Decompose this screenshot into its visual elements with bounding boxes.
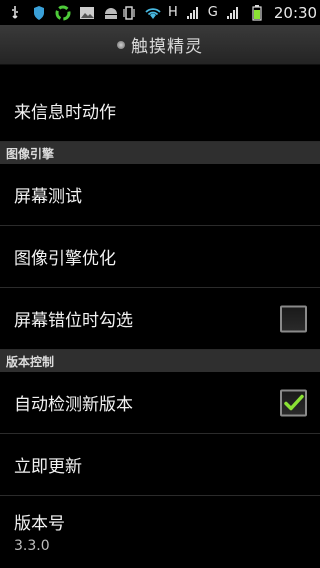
setting-image-engine-optimize[interactable]: 图像引擎优化: [0, 226, 320, 288]
sync-icon: [54, 4, 72, 22]
setting-label: 立即更新: [14, 457, 82, 477]
android-icon: [102, 4, 120, 22]
image-icon: [78, 4, 96, 22]
wifi-icon: [144, 4, 162, 22]
title-bar: 触摸精灵: [0, 25, 320, 65]
setting-label: 屏幕错位时勾选: [14, 311, 133, 331]
section-image-engine: 图像引擎: [0, 142, 320, 164]
network-g: G: [207, 5, 218, 20]
page-title: 触摸精灵: [131, 37, 203, 57]
setting-label: 自动检测新版本: [14, 395, 133, 415]
status-left-icons: [6, 4, 120, 22]
signal-icon: [184, 4, 202, 22]
vibrate-icon: [120, 4, 138, 22]
checkmark-icon: [283, 394, 304, 411]
version-value: 3.3.0: [14, 537, 50, 554]
setting-version-number: 版本号 3.3.0: [0, 496, 320, 566]
setting-auto-check-version[interactable]: 自动检测新版本: [0, 372, 320, 434]
screen-misalign-checkbox[interactable]: [280, 305, 307, 332]
status-right-icons: H G 20:30: [120, 4, 317, 22]
usb-icon: [6, 4, 24, 22]
settings-list: 来信息时动作 图像引擎 屏幕测试 图像引擎优化 屏幕错位时勾选 版本控制 自动检…: [0, 66, 320, 566]
setting-label: 来信息时动作: [14, 103, 116, 123]
shield-icon: [30, 4, 48, 22]
status-bar: H G 20:30: [0, 0, 320, 25]
section-version-control: 版本控制: [0, 350, 320, 372]
app-dot-icon: [117, 40, 125, 49]
setting-label: 屏幕测试: [14, 187, 82, 207]
setting-update-now[interactable]: 立即更新: [0, 434, 320, 496]
list-top-spacer: [0, 66, 320, 80]
signal-icon: [224, 4, 242, 22]
version-label: 版本号: [14, 513, 65, 534]
battery-icon: [248, 4, 266, 22]
status-clock: 20:30: [273, 3, 318, 22]
setting-label: 图像引擎优化: [14, 249, 116, 269]
setting-screen-test[interactable]: 屏幕测试: [0, 164, 320, 226]
setting-screen-misalign[interactable]: 屏幕错位时勾选: [0, 288, 320, 350]
network-h: H: [168, 5, 178, 20]
auto-check-checkbox[interactable]: [280, 389, 307, 416]
setting-incoming-action[interactable]: 来信息时动作: [0, 80, 320, 142]
